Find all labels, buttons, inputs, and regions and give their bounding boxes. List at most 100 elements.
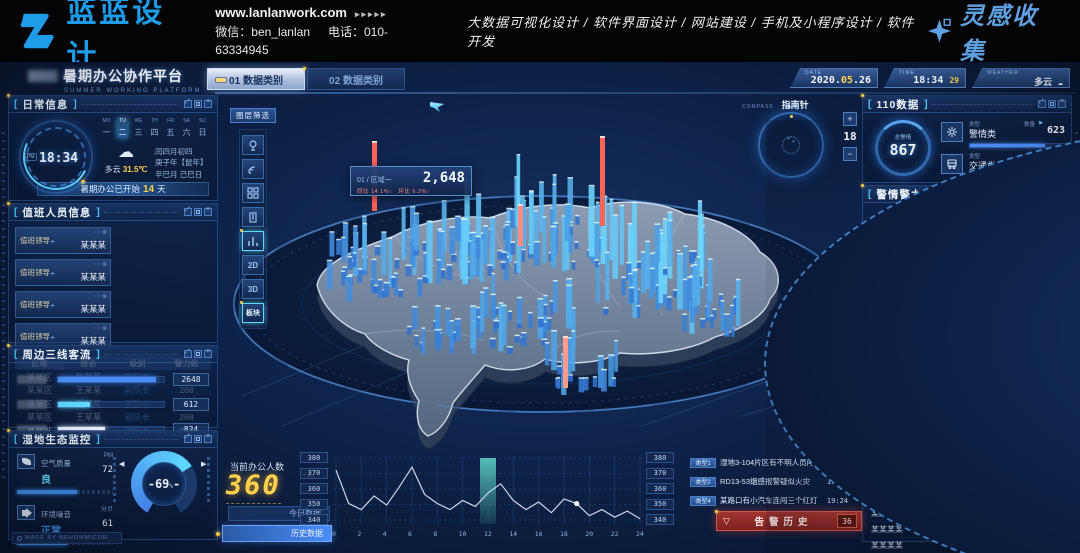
compass-widget: COMPASS 指南针 N ⌃⌄ + 18 − bbox=[742, 98, 872, 194]
compass-label-en: COMPASS bbox=[742, 104, 774, 110]
expand-icon[interactable] bbox=[194, 350, 202, 358]
minimize-icon[interactable] bbox=[184, 100, 192, 108]
x-tick: 22 bbox=[611, 530, 619, 538]
left-edge-ruler bbox=[2, 132, 5, 482]
minimize-icon[interactable] bbox=[184, 208, 192, 216]
layer-filter: 图层筛选 2D 3D 板块 bbox=[230, 108, 276, 329]
close-icon[interactable] bbox=[204, 435, 212, 443]
duty-leader-card[interactable]: 值班领导⋯ ⊗某某某 bbox=[15, 291, 111, 318]
alarm-type-item: 类型警情类 ▶数量623 bbox=[941, 120, 1065, 150]
time-plate: TIME 18:34 29 bbox=[884, 68, 966, 88]
tooltip-value: 2,648 bbox=[423, 170, 465, 186]
close-icon[interactable] bbox=[204, 208, 212, 216]
x-tick: 8 bbox=[433, 530, 437, 538]
lanlan-logo-icon bbox=[16, 9, 58, 53]
alarm-history-banner[interactable]: ▽ 告警历史 36 bbox=[716, 511, 862, 531]
site-header: 蓝蓝设计 www.lanlanwork.com▸▸▸▸▸ 微信：ben_lanl… bbox=[0, 0, 1080, 62]
y-tick-box: 380 bbox=[646, 452, 674, 463]
redacted-text bbox=[28, 70, 58, 82]
gear-icon bbox=[941, 122, 963, 142]
layer-building-button[interactable] bbox=[242, 207, 264, 227]
x-tick: 12 bbox=[484, 530, 492, 538]
close-icon[interactable] bbox=[204, 350, 212, 358]
page: 蓝蓝设计 www.lanlanwork.com▸▸▸▸▸ 微信：ben_lanl… bbox=[0, 0, 1080, 553]
warning-triangle-icon: ▽ bbox=[723, 516, 730, 527]
zoom-level: 18 bbox=[842, 130, 858, 143]
x-tick: 2 bbox=[357, 530, 361, 538]
air-quality-item: 空气质量良 PM72 bbox=[17, 453, 113, 494]
panel-title: 日常信息 bbox=[22, 97, 68, 112]
inspiration-label: 灵感收集 bbox=[960, 0, 1060, 66]
compass-rose[interactable]: N ⌃⌄ bbox=[758, 112, 824, 178]
layer-2d-button[interactable]: 2D bbox=[242, 255, 264, 275]
history-data-button[interactable]: 历史数据 bbox=[222, 525, 332, 542]
tooltip-region: 01 / 区域一 bbox=[357, 175, 392, 185]
light-icon bbox=[247, 139, 259, 151]
flow-bar-row: 2648 bbox=[17, 370, 209, 388]
x-tick: 6 bbox=[408, 530, 412, 538]
gauge-slider-left[interactable] bbox=[113, 457, 116, 503]
x-tick: 10 bbox=[459, 530, 467, 538]
week-day-active: TU二 bbox=[117, 118, 128, 138]
website-link[interactable]: www.lanlanwork.com bbox=[215, 5, 347, 20]
layer-block-button[interactable]: 板块 bbox=[242, 303, 264, 323]
zoom-in-button[interactable]: + bbox=[843, 112, 857, 126]
inspiration-collection[interactable]: 灵感收集 bbox=[925, 0, 1060, 66]
minimize-icon[interactable] bbox=[184, 350, 192, 358]
page-subtitle: SUMMER WORKING PLATFORM bbox=[64, 88, 218, 94]
contact-block: www.lanlanwork.com▸▸▸▸▸ 微信：ben_lanlan电话：… bbox=[215, 3, 433, 59]
expand-icon[interactable] bbox=[1048, 100, 1056, 108]
y-tick-box: 340 bbox=[300, 514, 328, 525]
minimize-icon[interactable] bbox=[1038, 100, 1046, 108]
copyright-icon bbox=[17, 536, 22, 541]
close-icon[interactable] bbox=[204, 100, 212, 108]
panel-daily-info: [日常信息] PM 18:34 MO一 TU二 WE三 TH四 FR五 SA六 … bbox=[8, 95, 218, 201]
minimize-icon[interactable] bbox=[184, 435, 192, 443]
layer-barchart-button[interactable] bbox=[242, 231, 264, 251]
x-tick: 18 bbox=[560, 530, 568, 538]
gauge-slider-right[interactable] bbox=[207, 457, 210, 503]
x-tick: 4 bbox=[383, 530, 387, 538]
duty-leader-card[interactable]: 值班领导⋯ ⊗某某某 bbox=[15, 259, 111, 286]
time-value: 18:34 29 bbox=[899, 75, 959, 86]
compass-label-cn: 指南针 bbox=[782, 98, 809, 111]
date-value: 2020.05.26 bbox=[805, 75, 871, 86]
page-title: 暑期办公协作平台 bbox=[63, 66, 183, 86]
tab-icon bbox=[215, 77, 227, 83]
dashboard: 暑期办公协作平台 SUMMER WORKING PLATFORM 01 数据类别… bbox=[0, 62, 1080, 553]
x-tick: 0 bbox=[332, 530, 336, 538]
alert-item[interactable]: 类型4某路口有小汽车连闯三个红灯19:24 bbox=[690, 493, 848, 508]
close-icon[interactable] bbox=[1058, 100, 1066, 108]
layer-light-button[interactable] bbox=[242, 135, 264, 155]
x-tick: 14 bbox=[509, 530, 517, 538]
layer-grid-button[interactable] bbox=[242, 183, 264, 203]
cloud-icon: ☁ bbox=[118, 145, 134, 161]
expand-icon[interactable] bbox=[194, 100, 202, 108]
arrows-decoration: ▸▸▸▸▸ bbox=[355, 9, 388, 19]
weather-block: ☁ 多云 31.5℃ bbox=[103, 144, 149, 175]
panel-duty-personnel: [值班人员信息] 值班领导⋯ ⊗某某某 值班领导⋯ ⊗某某某 值班领导⋯ ⊗某某… bbox=[8, 203, 218, 343]
tab-data-category-2[interactable]: 02 数据类别 bbox=[307, 68, 405, 90]
y-tick-box: 340 bbox=[646, 514, 674, 525]
flow-bar-row: 612 bbox=[17, 395, 209, 413]
divider-line bbox=[215, 92, 1075, 94]
triangle-right-icon[interactable]: ▶ bbox=[201, 460, 206, 468]
duty-leader-card[interactable]: 值班领导⋯ ⊗某某某 bbox=[15, 227, 111, 254]
notice-banner: 暑期办公已开始14天 bbox=[37, 182, 209, 196]
y-tick-box: 370 bbox=[646, 468, 674, 479]
y-tick-box: 370 bbox=[300, 468, 328, 479]
tab-data-category-1[interactable]: 01 数据类别 bbox=[207, 68, 305, 90]
layer-signal-button[interactable] bbox=[242, 159, 264, 179]
office-count-value: 360 bbox=[226, 470, 281, 504]
bus-icon bbox=[941, 154, 963, 174]
layer-3d-button[interactable]: 3D bbox=[242, 279, 264, 299]
redacted-label bbox=[17, 375, 47, 384]
expand-icon[interactable] bbox=[194, 208, 202, 216]
weather-value: 多云 ☁ bbox=[987, 75, 1063, 88]
triangle-left-icon[interactable]: ◀ bbox=[119, 460, 124, 468]
leaf-icon bbox=[17, 454, 35, 469]
office-line-chart bbox=[332, 454, 644, 533]
compass-north: N bbox=[788, 104, 793, 111]
expand-icon[interactable] bbox=[194, 435, 202, 443]
zoom-out-button[interactable]: − bbox=[843, 147, 857, 161]
